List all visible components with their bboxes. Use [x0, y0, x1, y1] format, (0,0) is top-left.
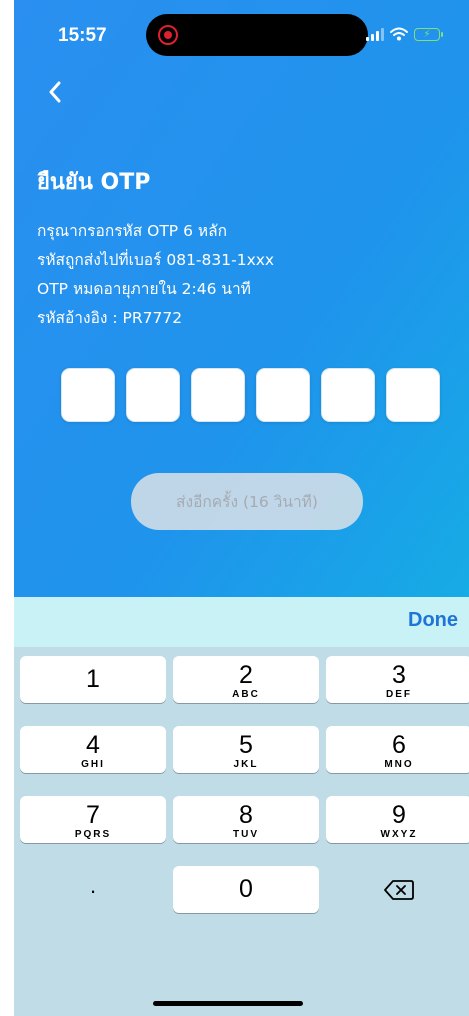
keyboard-accessory-bar: Done: [14, 597, 469, 647]
key-dot[interactable]: .: [20, 866, 166, 913]
key-8[interactable]: 8 TUV: [173, 796, 319, 843]
key-5[interactable]: 5 JKL: [173, 726, 319, 773]
instruction-line: กรุณากรอกรหัส OTP 6 หลัก: [37, 222, 227, 240]
back-button[interactable]: [48, 76, 62, 111]
key-4[interactable]: 4 GHI: [20, 726, 166, 773]
key-0[interactable]: 0: [173, 866, 319, 913]
otp-digit-6[interactable]: [386, 368, 440, 422]
battery-charging-icon: ⚡: [414, 28, 443, 41]
otp-digit-4[interactable]: [256, 368, 310, 422]
home-indicator: [153, 1001, 303, 1006]
otp-digit-5[interactable]: [321, 368, 375, 422]
status-icons: ⚡: [366, 27, 443, 41]
phone-line: รหัสถูกส่งไปที่เบอร์ 081-831-1xxx: [37, 251, 275, 269]
numeric-keypad: 1 2 ABC 3 DEF 4 GHI 5 JKL 6 MNO 7 PQRS 8 TUV 9W…: [14, 647, 469, 1016]
key-1[interactable]: 1: [20, 656, 166, 703]
key-2[interactable]: 2 ABC: [173, 656, 319, 703]
chevron-left-icon: [49, 81, 61, 103]
otp-instructions: กรุณากรอกรหัส OTP 6 หลัก รหัสถูกส่งไปที่…: [37, 217, 274, 333]
page-title: ยืนยัน OTP: [37, 170, 151, 195]
key-7[interactable]: 7 PQRS: [20, 796, 166, 843]
signal-icon: [366, 28, 384, 41]
key-9[interactable]: 9 WXYZ: [326, 796, 469, 843]
wifi-icon: [390, 27, 408, 41]
key-6[interactable]: 6 MNO: [326, 726, 469, 773]
done-button[interactable]: Done: [408, 609, 458, 632]
recording-indicator-icon: [158, 25, 178, 45]
otp-digit-2[interactable]: [126, 368, 180, 422]
otp-input-group: [61, 368, 440, 422]
otp-digit-1[interactable]: [61, 368, 115, 422]
delete-backspace-icon: [384, 880, 414, 900]
dynamic-island: [146, 14, 368, 56]
status-time: 15:57: [58, 25, 107, 46]
key-3[interactable]: 3 DEF: [326, 656, 469, 703]
reference-line: รหัสอ้างอิง : PR7772: [37, 309, 183, 327]
expiry-line: OTP หมดอายุภายใน 2:46 นาที: [37, 280, 251, 298]
delete-key[interactable]: [326, 866, 469, 913]
resend-otp-button[interactable]: ส่งอีกครั้ง (16 วินาที): [131, 473, 363, 530]
otp-screen: 15:57 ⚡ ยืนยัน OTP กรุณากรอกรหัส OTP 6 ห…: [14, 0, 469, 1016]
otp-digit-3[interactable]: [191, 368, 245, 422]
